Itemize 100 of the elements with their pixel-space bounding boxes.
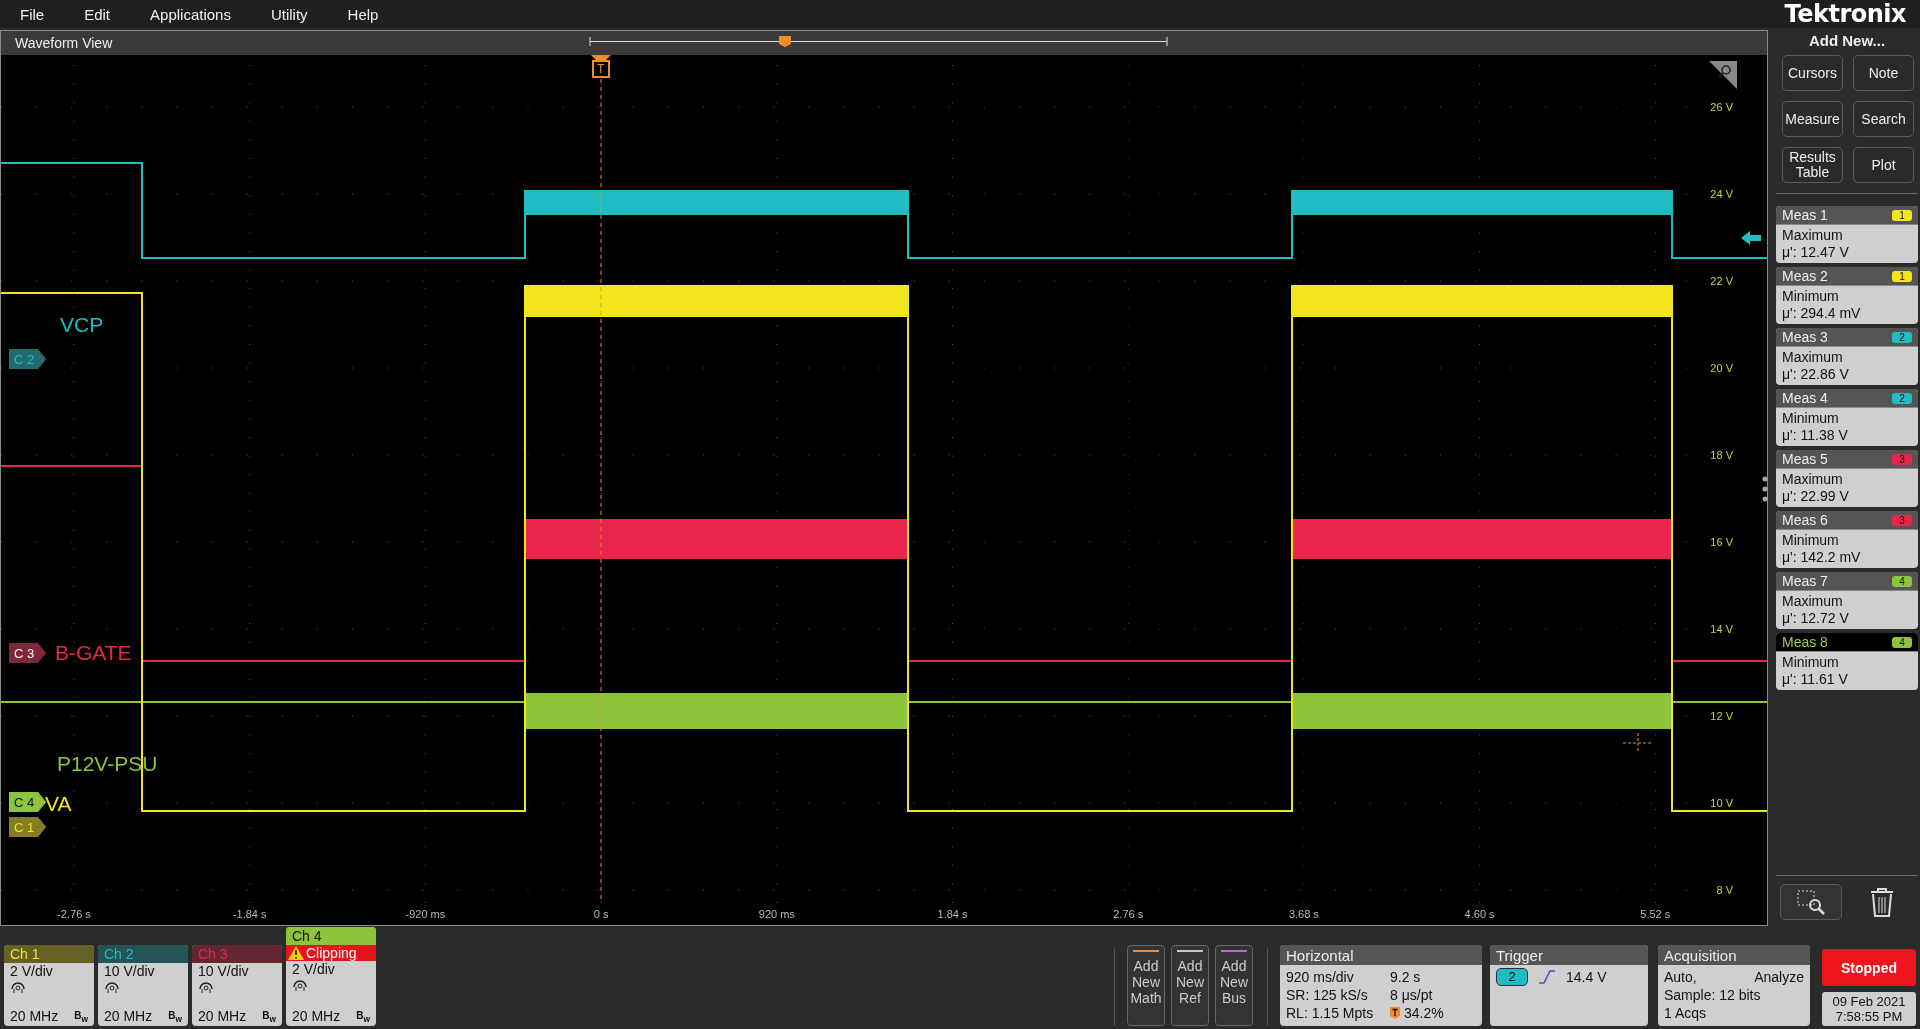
x-axis-label: 0 s [593,908,609,920]
y-axis-label: 18 V [1710,449,1733,461]
probe-icon [292,977,308,991]
add-new-button[interactable]: Results Table [1782,147,1843,183]
y-axis-label: 8 V [1716,884,1733,896]
menu-item[interactable]: Applications [130,5,251,23]
x-axis-label: 1.84 s [937,908,968,920]
measurement-value: μ': 22.86 V [1781,366,1850,384]
channel-marker[interactable]: C 3 [9,643,47,663]
measurement-card[interactable]: Meas 4 2 Minimum μ': 11.38 V [1776,389,1918,446]
measurement-title: Meas 5 [1782,451,1828,467]
add-new-button[interactable]: Add New Bus [1215,945,1253,1026]
add-new-button[interactable]: Add New Ref [1171,945,1209,1026]
measurement-card[interactable]: Meas 3 2 Maximum μ': 22.86 V [1776,328,1918,385]
channel-badge: 3 [1892,514,1912,526]
measurement-type: Maximum [1781,348,1844,366]
measurement-title: Meas 2 [1782,268,1828,284]
sample-rate: SR: 125 kS/s [1286,986,1369,1004]
measurement-type: Minimum [1781,653,1840,671]
time-scale: 920 ms/div [1286,968,1355,986]
corner-zoom-icon[interactable] [1709,61,1737,89]
rising-edge-icon [1538,970,1556,984]
channel-badge: 4 [1892,636,1912,648]
add-new-button[interactable]: Cursors [1782,55,1843,91]
add-new-button[interactable]: Add New Math [1127,945,1165,1026]
measurement-value: μ': 12.47 V [1781,244,1850,262]
measurement-card[interactable]: Meas 1 1 Maximum μ': 12.47 V [1776,206,1918,263]
measurement-card[interactable]: Meas 5 3 Maximum μ': 22.99 V [1776,450,1918,507]
panel-title: Trigger [1490,945,1648,965]
add-new-button[interactable]: Search [1853,101,1914,137]
probe-icon [198,979,214,993]
bandwidth-value: 20 MHz [10,1008,59,1024]
measurement-value: μ': 294.4 mV [1781,305,1862,323]
trigger-flag-icon [1390,1007,1400,1019]
measurement-value: μ': 12.72 V [1781,610,1850,628]
measurement-card[interactable]: Meas 8 4 Minimum μ': 11.61 V [1776,633,1918,690]
channel-badge: 1 [1892,209,1912,221]
warning-icon [288,946,304,960]
trigger-marker[interactable]: T [591,55,611,83]
window-title: Waveform View [15,35,113,51]
measurement-type: Minimum [1781,531,1840,549]
x-axis-label: -2.76 s [57,908,91,920]
run-stop-button[interactable]: Stopped [1822,949,1916,986]
add-new-button[interactable]: Note [1853,55,1914,91]
drag-handle-icon[interactable] [1762,476,1768,502]
panel-title: Acquisition [1658,945,1810,965]
measurement-card[interactable]: Meas 7 4 Maximum μ': 12.72 V [1776,572,1918,629]
trigger-source-badge: 2 [1496,968,1528,986]
trace-label: B-GATE [55,641,132,665]
channel-badge: 2 [1892,392,1912,404]
measurement-card[interactable]: Meas 2 1 Minimum μ': 294.4 mV [1776,267,1918,324]
probe-icon [104,979,120,993]
menu-item[interactable]: File [0,5,65,23]
measurement-card[interactable]: Meas 6 3 Minimum μ': 142.2 mV [1776,511,1918,568]
channel-header: Ch 3 [192,945,282,963]
acquisition-panel[interactable]: Acquisition Auto, Analyze Sample: 12 bits 1 Acqs [1658,945,1810,1026]
y-axis-label: 22 V [1710,275,1733,287]
measurement-value: μ': 11.61 V [1781,671,1849,689]
channel-badge: 4 [1892,575,1912,587]
measurement-value: μ': 11.38 V [1781,427,1849,445]
trigger-panel[interactable]: Trigger 2 14.4 V [1490,945,1648,1026]
measurement-value: μ': 142.2 mV [1781,549,1862,567]
add-new-button[interactable]: Measure [1782,101,1843,137]
bandwidth-value: 20 MHz [104,1008,153,1024]
channel-card[interactable]: Ch 2 10 V/div 20 MHz B$_{w}$ [98,945,188,1026]
y-axis-label: 12 V [1710,710,1733,722]
bandwidth-value: 20 MHz [198,1008,247,1024]
channel-card[interactable]: Ch 1 2 V/div 20 MHz B$_{w}$ [4,945,94,1026]
measurement-type: Maximum [1781,226,1844,244]
trash-icon[interactable] [1868,886,1896,918]
trigger-position: 34.2% [1404,1004,1444,1022]
channel-card[interactable]: Ch 4 Clipping 2 V/div 20 MHz B$_{w}$ [286,927,376,1026]
channel-card[interactable]: Ch 3 10 V/div 20 MHz B$_{w}$ [192,945,282,1026]
record-view-bar[interactable] [589,36,1168,47]
bandwidth-limit-label: B$_{w}$ [356,1010,370,1024]
probe-icon [10,979,26,993]
horizontal-panel[interactable]: Horizontal 920 ms/div 9.2 s SR: 125 kS/s 8 μs/pt RL: 1.15 Mpts 34.2% [1280,945,1482,1026]
menu-item[interactable]: Help [327,5,399,23]
time-text: 7:58:55 PM [1834,1009,1904,1024]
zoom-select-icon [1796,889,1826,915]
trigger-threshold: 14.4 V [1566,968,1607,986]
vertical-scale: 2 V/div [291,961,336,977]
y-axis-label: 16 V [1710,536,1733,548]
measurement-title: Meas 7 [1782,573,1828,589]
trace-label: VA [45,792,72,816]
measurement-type: Maximum [1781,592,1844,610]
trigger-level-arrow-icon[interactable] [1741,231,1761,245]
menu-item[interactable]: Edit [64,5,131,23]
measurement-title: Meas 8 [1782,634,1828,650]
vertical-scale: 2 V/div [9,963,54,979]
brand-logo: Tektronix [1784,0,1906,28]
y-axis-label: 20 V [1710,362,1733,374]
measurement-title: Meas 4 [1782,390,1828,406]
zoom-box-button[interactable] [1780,884,1842,920]
vertical-scale: 10 V/div [197,963,250,979]
y-axis-label: 26 V [1710,101,1733,113]
channel-badge: 2 [1892,331,1912,343]
time-resolution: 8 μs/pt [1390,986,1434,1004]
add-new-button[interactable]: Plot [1853,147,1914,183]
menu-item[interactable]: Utility [250,5,328,23]
